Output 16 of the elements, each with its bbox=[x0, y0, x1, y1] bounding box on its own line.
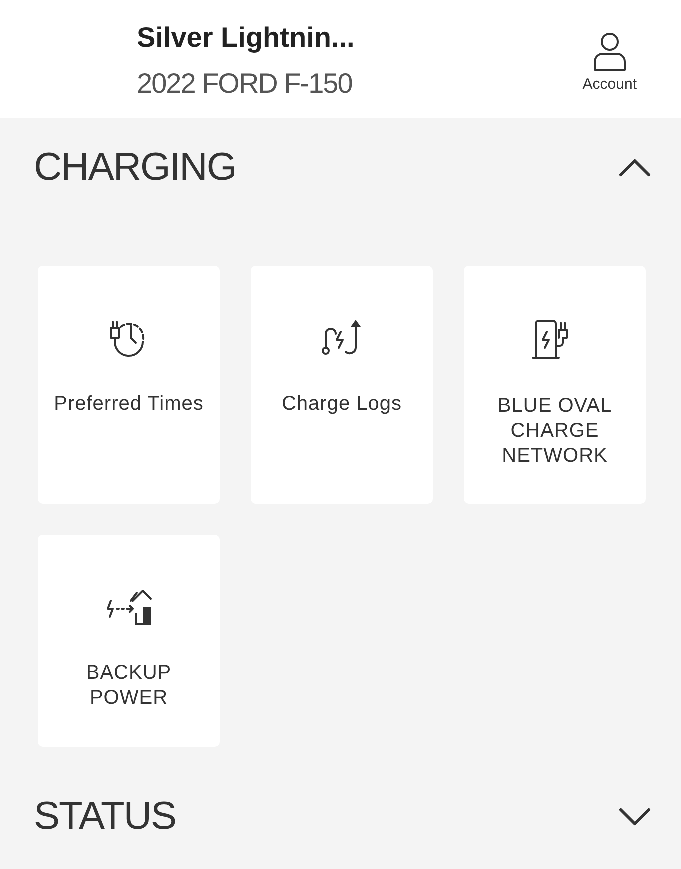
vehicle-model: 2022 FORD F-150 bbox=[137, 68, 354, 100]
section-header[interactable]: CHARGING bbox=[0, 118, 681, 218]
account-button[interactable]: Account bbox=[582, 32, 637, 93]
feature-tile[interactable]: BACKUP POWER bbox=[38, 535, 220, 747]
charge-loop-icon bbox=[320, 318, 364, 358]
feature-tile[interactable]: Preferred Times bbox=[38, 266, 220, 504]
chevron-down-icon bbox=[619, 808, 651, 826]
feature-tile[interactable]: Charge Logs bbox=[251, 266, 433, 504]
vehicle-name: Silver Lightnin... bbox=[137, 22, 355, 54]
home-power-icon bbox=[105, 587, 153, 627]
chevron-up-icon bbox=[619, 159, 651, 177]
section-title: STATUS bbox=[34, 795, 176, 839]
person-icon bbox=[592, 32, 627, 72]
section-title: CHARGING bbox=[34, 146, 236, 190]
section-header[interactable]: STATUS bbox=[0, 767, 681, 867]
feature-tile[interactable]: BLUE OVAL CHARGE NETWORK bbox=[464, 266, 646, 504]
